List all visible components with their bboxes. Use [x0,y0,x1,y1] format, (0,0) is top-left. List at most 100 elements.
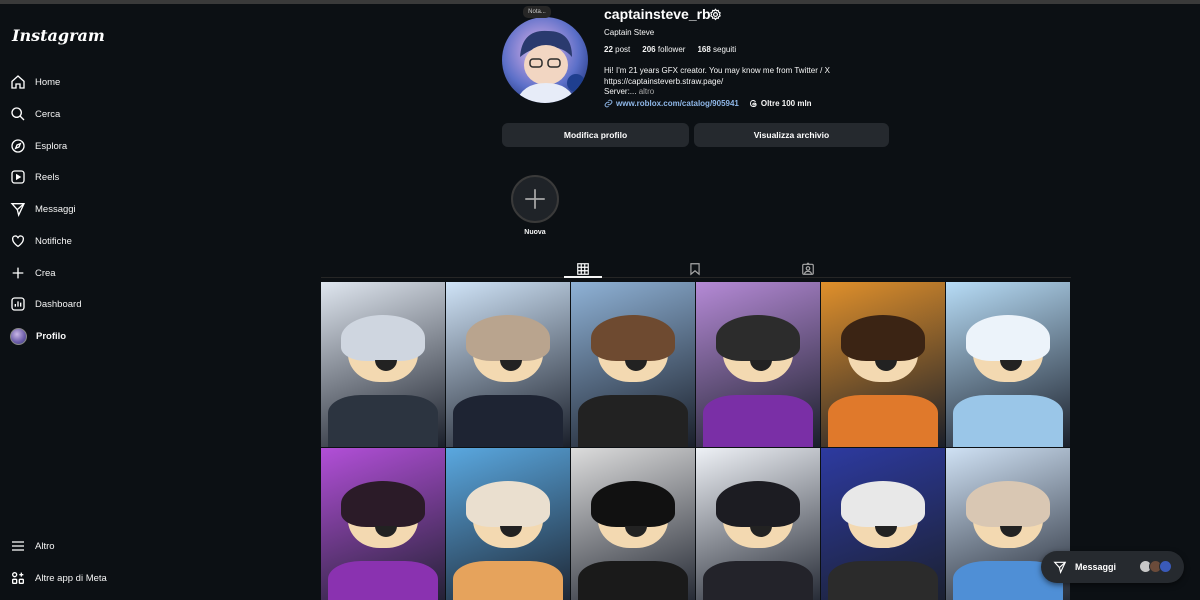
post-figure-hair [591,315,675,361]
bookmark-icon[interactable] [688,262,702,276]
post-thumbnail[interactable] [571,448,695,600]
bio-more-link[interactable]: altro [639,87,655,96]
profile-links: www.roblox.com/catalog/905941 Oltre 100 … [604,99,812,108]
post-thumbnail[interactable] [446,282,570,447]
sidebar-item-explore[interactable]: Esplora [10,133,290,159]
bio-line: Hi! I'm 21 years GFX creator. You may kn… [604,66,830,75]
post-figure-body [578,395,688,447]
sidebar-item-search[interactable]: Cerca [10,101,290,127]
plus-icon [525,189,545,209]
post-figure-body [328,561,438,600]
sidebar-item-label: Cerca [35,108,61,120]
avatar-illustration [516,30,585,103]
post-figure-body [953,395,1063,447]
followers-count[interactable]: 206 follower [642,45,685,54]
sidebar-item-label: Esplora [35,140,68,152]
new-highlight-label: Nuova [524,229,546,236]
post-figure-hair [341,481,425,527]
edit-profile-button[interactable]: Modifica profilo [502,123,689,147]
posts-count: 22 post [604,45,631,54]
sidebar-item-messages[interactable]: Messaggi [10,196,290,222]
sidebar-item-dashboard[interactable]: Dashboard [10,291,290,317]
post-figure-body [578,561,688,600]
home-icon [11,75,25,89]
profile-full-name: Captain Steve [604,28,655,37]
sidebar-item-label: Home [35,76,61,88]
post-thumbnail[interactable] [946,282,1070,447]
post-thumbnail[interactable] [571,282,695,447]
following-count[interactable]: 168 seguiti [697,45,736,54]
active-tab-indicator [564,276,602,278]
post-thumbnail[interactable] [821,282,945,447]
profile-bio: Hi! I'm 21 years GFX creator. You may kn… [604,66,830,98]
messages-pill-label: Messaggi [1075,562,1117,572]
post-figure-body [328,395,438,447]
sidebar-item-reels[interactable]: Reels [10,164,290,190]
sidebar-item-label: Crea [35,267,56,279]
post-figure-hair [466,481,550,527]
post-figure-hair [466,315,550,361]
heart-icon [12,235,24,248]
grid-icon[interactable] [576,262,590,276]
sidebar-item-label: Altro [35,540,55,552]
avatar [10,327,27,345]
post-thumbnail[interactable] [321,282,445,447]
post-thumbnail[interactable] [321,448,445,600]
menu-icon [12,541,24,551]
messenger-icon [10,203,26,217]
new-highlight-button[interactable] [511,175,559,223]
post-thumbnail[interactable] [446,448,570,600]
bio-line: Server:... altro [604,87,655,96]
sidebar-item-home[interactable]: Home [10,69,290,95]
sidebar-item-notifications[interactable]: Notifiche [10,228,290,254]
post-figure-hair [966,481,1050,527]
post-figure-body [703,561,813,600]
note-bubble[interactable]: Nota... [523,6,551,18]
sidebar-item-label: Dashboard [35,298,82,310]
profile-external-link[interactable]: www.roblox.com/catalog/905941 [604,99,739,108]
dashboard-icon [11,297,25,311]
profile-stats: 22 post 206 follower 168 seguiti [604,45,736,54]
sidebar-item-label: Notifiche [35,235,72,247]
messenger-icon [1053,561,1067,574]
post-figure-hair [716,315,800,361]
sidebar-item-profile[interactable]: Profilo [10,323,290,349]
compass-icon [11,139,25,153]
sidebar-item-label: Reels [35,171,60,183]
sidebar-item-label: Altre app di Meta [35,572,107,584]
sidebar-item-create[interactable]: Crea [10,260,290,286]
sidebar-item-meta-apps[interactable]: Altre app di Meta [10,565,290,591]
instagram-logo[interactable]: Instagram [12,26,105,45]
post-figure-hair [341,315,425,361]
post-figure-hair [841,315,925,361]
view-archive-button[interactable]: Visualizza archivio [694,123,889,147]
tabs-divider [321,277,1071,278]
post-figure-body [453,395,563,447]
avatar [1159,560,1172,573]
message-avatars [1139,560,1172,573]
sidebar-item-label: Profilo [36,330,67,342]
post-figure-body [453,561,563,600]
bio-line: https://captainsteverb.straw.page/ [604,76,724,86]
post-figure-hair [591,481,675,527]
link-icon [604,99,613,108]
sidebar-item-more[interactable]: Altro [10,533,290,559]
post-figure-hair [841,481,925,527]
reels-icon [11,170,25,184]
post-figure-hair [966,315,1050,361]
sidebar-item-label: Messaggi [35,203,76,215]
messages-pill[interactable]: Messaggi [1041,551,1184,583]
profile-username: captainsteve_rb [604,6,711,22]
meta-apps-icon [12,572,24,584]
post-thumbnail[interactable] [821,448,945,600]
sidebar: Instagram Home Cerca Esplora Reels Messa… [0,4,310,600]
post-figure-body [828,395,938,447]
profile-avatar[interactable] [502,17,588,103]
tagged-icon[interactable] [801,262,815,276]
post-figure-body [703,395,813,447]
post-thumbnail[interactable] [696,282,820,447]
gear-icon[interactable] [709,8,722,21]
post-thumbnail[interactable] [696,448,820,600]
posts-grid [321,282,1071,600]
threads-badge[interactable]: Oltre 100 mln [749,99,812,108]
